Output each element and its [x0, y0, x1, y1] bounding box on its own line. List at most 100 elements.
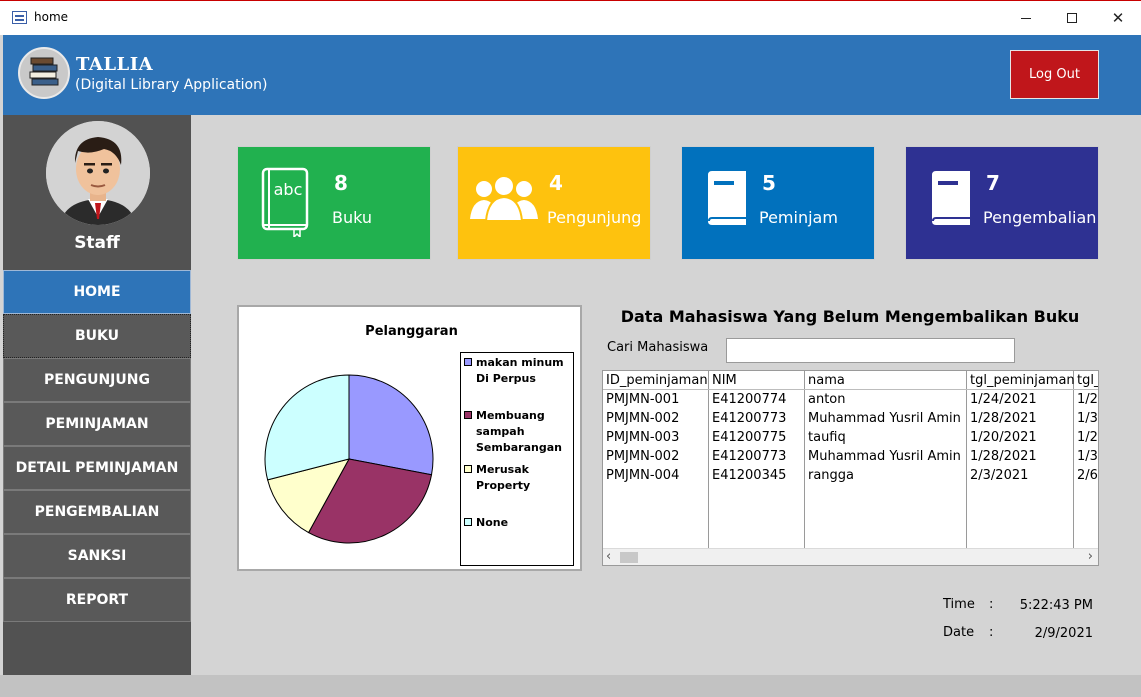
table-cell[interactable]: 1/3: [1074, 447, 1098, 466]
horizontal-scrollbar[interactable]: ‹ ›: [603, 548, 1098, 565]
column-header[interactable]: NIM: [709, 371, 805, 390]
nav-peminjaman[interactable]: PEMINJAMAN: [3, 402, 191, 446]
table-cell[interactable]: 1/2: [1074, 390, 1098, 409]
table-cell[interactable]: 1/24/2021: [967, 390, 1074, 409]
search-label: Cari Mahasiswa: [607, 340, 709, 355]
window-title: home: [34, 10, 69, 24]
column-header[interactable]: nama: [805, 371, 967, 390]
table-cell[interactable]: 1/20/2021: [967, 428, 1074, 447]
pie-chart: Pelanggaran makan minum Di Perpus Membua…: [237, 305, 582, 571]
legend-label: makan minum Di Perpus: [476, 356, 564, 385]
time-value: 5:22:43 PM: [1019, 598, 1093, 613]
table-cell[interactable]: E41200773: [709, 409, 805, 428]
scroll-left-icon[interactable]: ‹: [606, 549, 611, 564]
table-cell[interactable]: E41200775: [709, 428, 805, 447]
table-title: Data Mahasiswa Yang Belum Mengembalikan …: [620, 307, 1080, 326]
app-window: home ✕ TALLIA (Digital Library Applicati…: [0, 0, 1141, 697]
card-pengunjung-value: 4: [549, 171, 563, 195]
user-role: Staff: [74, 233, 120, 253]
chart-legend: makan minum Di Perpus Membuang sampah Se…: [460, 352, 574, 566]
app-header: TALLIA (Digital Library Application) Log…: [3, 35, 1141, 115]
title-bar: home ✕: [0, 1, 1141, 35]
date-separator: :: [989, 625, 994, 640]
sidebar: Staff HOME BUKU PENGUNJUNG PEMINJAMAN DE…: [3, 115, 191, 675]
close-button[interactable]: ✕: [1095, 1, 1141, 35]
card-peminjam-value: 5: [762, 171, 776, 195]
avatar: [46, 121, 150, 225]
scroll-right-icon[interactable]: ›: [1088, 549, 1093, 564]
table-cell[interactable]: PMJMN-002: [603, 447, 709, 466]
form-icon: [12, 11, 27, 24]
column-header[interactable]: ID_peminjaman: [603, 371, 709, 390]
nav-home[interactable]: HOME: [3, 270, 191, 314]
nav-buku[interactable]: BUKU: [3, 314, 191, 358]
legend-label: None: [476, 516, 509, 529]
table-cell[interactable]: PMJMN-002: [603, 409, 709, 428]
table-cell[interactable]: 2/6: [1074, 466, 1098, 485]
nav-sanksi[interactable]: SANKSI: [3, 534, 191, 578]
card-pengembalian-label: Pengembalian: [983, 208, 1097, 227]
table-cell[interactable]: 1/2: [1074, 428, 1098, 447]
legend-label: Membuang sampah Sembarangan: [476, 409, 562, 454]
card-buku-value: 8: [334, 171, 348, 195]
app-subtitle: (Digital Library Application): [75, 77, 268, 93]
table-cell[interactable]: PMJMN-001: [603, 390, 709, 409]
table-cell[interactable]: 2/3/2021: [967, 466, 1074, 485]
legend-swatch: [464, 518, 472, 526]
chart-title: Pelanggaran: [365, 324, 458, 339]
logout-button[interactable]: Log Out: [1010, 50, 1099, 99]
card-buku[interactable]: abc 8 Buku: [237, 146, 431, 260]
book-icon: [928, 169, 974, 231]
status-bar: [0, 675, 1141, 697]
column-header[interactable]: tgl_: [1074, 371, 1098, 390]
time-label: Time: [943, 597, 975, 612]
table-cell[interactable]: E41200345: [709, 466, 805, 485]
data-grid[interactable]: ID_peminjaman NIM nama tgl_peminjaman tgl_ PM…: [602, 370, 1099, 566]
books-logo-icon: [18, 47, 70, 99]
table-cell[interactable]: PMJMN-004: [603, 466, 709, 485]
card-peminjam[interactable]: 5 Peminjam: [681, 146, 875, 260]
date-label: Date: [943, 625, 975, 640]
table-cell[interactable]: 1/28/2021: [967, 447, 1074, 466]
time-separator: :: [989, 597, 994, 612]
legend-swatch: [464, 411, 472, 419]
card-peminjam-label: Peminjam: [759, 208, 838, 227]
pie-slice: [348, 374, 434, 476]
card-buku-label: Buku: [332, 208, 373, 227]
people-icon: [468, 175, 540, 229]
column-header[interactable]: tgl_peminjaman: [967, 371, 1074, 390]
card-pengembalian[interactable]: 7 Pengembalian: [905, 146, 1099, 260]
legend-swatch: [464, 358, 472, 366]
nav-report[interactable]: REPORT: [3, 578, 191, 622]
date-value: 2/9/2021: [1034, 626, 1093, 641]
search-input[interactable]: [726, 338, 1015, 363]
scroll-thumb[interactable]: [620, 552, 638, 563]
table-cell[interactable]: Muhammad Yusril Amin: [805, 409, 967, 428]
close-icon: ✕: [1111, 9, 1125, 27]
legend-label: Merusak Property: [476, 463, 531, 492]
table-cell[interactable]: E41200774: [709, 390, 805, 409]
table-cell[interactable]: 1/28/2021: [967, 409, 1074, 428]
svg-text:abc: abc: [274, 180, 303, 199]
legend-swatch: [464, 465, 472, 473]
nav-pengembalian[interactable]: PENGEMBALIAN: [3, 490, 191, 534]
table-cell[interactable]: taufiq: [805, 428, 967, 447]
minimize-button[interactable]: [1003, 1, 1049, 35]
card-pengembalian-value: 7: [986, 171, 1000, 195]
card-pengunjung[interactable]: 4 Pengunjung: [457, 146, 651, 260]
pie-plot: [264, 374, 434, 544]
book-abc-icon: abc: [260, 165, 312, 241]
minimize-icon: [1021, 17, 1031, 19]
nav-detail-peminjaman[interactable]: DETAIL PEMINJAMAN: [3, 446, 191, 490]
book-icon: [704, 169, 750, 231]
maximize-icon: [1067, 13, 1077, 23]
table-cell[interactable]: Muhammad Yusril Amin: [805, 447, 967, 466]
table-cell[interactable]: PMJMN-003: [603, 428, 709, 447]
table-cell[interactable]: rangga: [805, 466, 967, 485]
maximize-button[interactable]: [1049, 1, 1095, 35]
nav-pengunjung[interactable]: PENGUNJUNG: [3, 358, 191, 402]
app-brand: TALLIA: [76, 54, 154, 75]
table-cell[interactable]: 1/3: [1074, 409, 1098, 428]
table-cell[interactable]: E41200773: [709, 447, 805, 466]
table-cell[interactable]: anton: [805, 390, 967, 409]
